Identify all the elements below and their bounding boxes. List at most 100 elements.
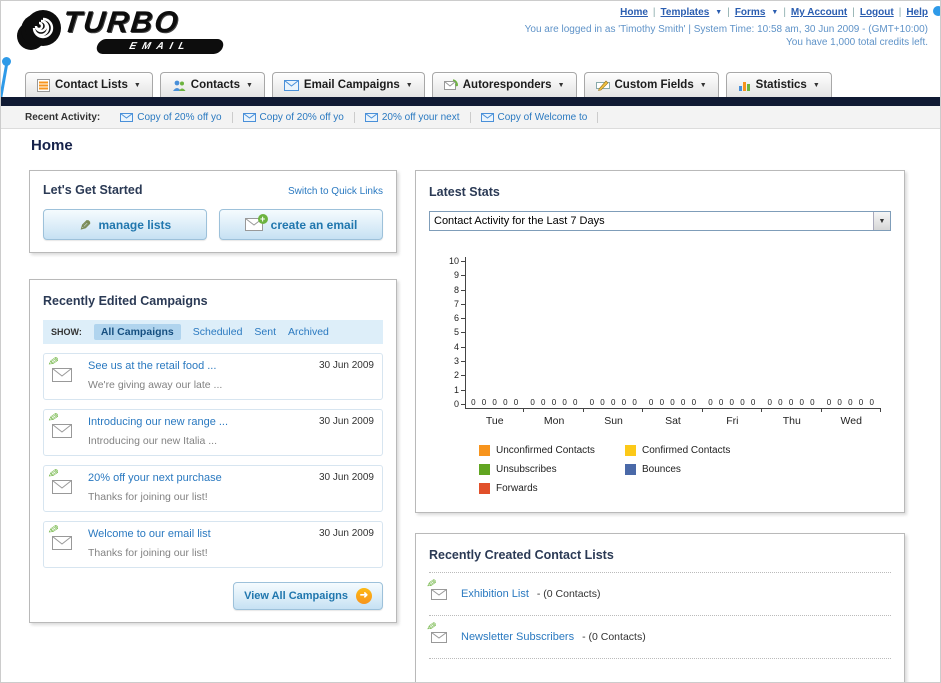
- campaign-title-link[interactable]: Welcome to our email list: [88, 528, 309, 540]
- y-tick-label: 4: [454, 342, 465, 352]
- chart-bar-group: 0 0 0 0 0: [525, 398, 584, 408]
- nav-link-forms[interactable]: Forms: [735, 7, 766, 18]
- nav-link-help[interactable]: Help: [906, 7, 928, 18]
- campaign-row[interactable]: ✎ 20% off your next purchase Thanks for …: [43, 465, 383, 512]
- credits-text: You have 1,000 total credits left.: [786, 37, 928, 48]
- activity-link[interactable]: Copy of Welcome to: [498, 112, 588, 123]
- legend-label: Forwards: [496, 483, 538, 494]
- legend-label: Unconfirmed Contacts: [496, 445, 595, 456]
- chevron-down-icon: ▼: [133, 81, 141, 89]
- recently-edited-campaigns-panel: Recently Edited Campaigns SHOW: All Camp…: [29, 279, 397, 623]
- tab-custom-fields[interactable]: Custom Fields ▼: [583, 72, 719, 97]
- legend-item-unsubscribes: Unsubscribes: [479, 464, 625, 475]
- nav-link-my-account[interactable]: My Account: [791, 7, 847, 18]
- filter-all-campaigns[interactable]: All Campaigns: [93, 324, 181, 340]
- nav-link-home[interactable]: Home: [620, 7, 648, 18]
- filter-sent[interactable]: Sent: [254, 326, 276, 338]
- tab-label: Contacts: [190, 79, 240, 91]
- campaign-date: 30 Jun 2009: [318, 528, 374, 539]
- chart-x-labels: Tue Mon Sun Sat Fri Thu Wed: [465, 415, 881, 427]
- recent-activity-item[interactable]: Copy of 20% off yo: [233, 111, 355, 123]
- y-tick-label: 3: [454, 357, 465, 366]
- recent-activity-bar: Recent Activity: Copy of 20% off yo Copy…: [1, 106, 940, 129]
- chart-bar-group: 0 0 0 0 0: [822, 398, 881, 408]
- filter-archived[interactable]: Archived: [288, 326, 329, 338]
- campaign-title-link[interactable]: See us at the retail food ...: [88, 360, 309, 372]
- campaign-row[interactable]: ✎ Introducing our new range ... Introduc…: [43, 409, 383, 456]
- campaign-title-link[interactable]: Introducing our new range ...: [88, 416, 309, 428]
- envelope-pencil-icon: ✎: [423, 577, 453, 605]
- bar-value-labels: 0 0 0 0 0: [708, 398, 758, 407]
- manage-lists-label: manage lists: [98, 217, 172, 232]
- tab-contacts[interactable]: Contacts ▼: [159, 72, 265, 97]
- arrow-right-icon: ➜: [356, 588, 372, 604]
- chevron-down-icon: ▼: [812, 81, 820, 89]
- view-all-campaigns-button[interactable]: View All Campaigns ➜: [233, 582, 383, 610]
- activity-link[interactable]: Copy of 20% off yo: [137, 112, 221, 123]
- campaign-title-link[interactable]: 20% off your next purchase: [88, 472, 309, 484]
- contact-lists-icon: [37, 78, 50, 92]
- campaign-subtitle: Thanks for joining our list!: [88, 491, 208, 503]
- y-tick-label: 6: [454, 314, 465, 323]
- nav-link-logout[interactable]: Logout: [860, 7, 894, 18]
- recently-created-lists-panel: Recently Created Contact Lists ✎ Exhibit…: [415, 533, 905, 682]
- envelope-plus-icon: +: [244, 214, 268, 231]
- legend-item-bounces: Bounces: [625, 464, 771, 475]
- x-axis-label: Sat: [665, 415, 681, 427]
- bar-value-labels: 0 0 0 0 0: [471, 398, 521, 407]
- bar-value-labels: 0 0 0 0 0: [530, 398, 580, 407]
- bar-value-labels: 0 0 0 0 0: [648, 398, 699, 407]
- get-started-panel: Let's Get Started Switch to Quick Links …: [29, 170, 397, 253]
- right-column: Latest Stats Contact Activity for the La…: [415, 170, 905, 682]
- activity-link[interactable]: 20% off your next: [382, 112, 460, 123]
- tab-email-campaigns[interactable]: Email Campaigns ▼: [271, 72, 425, 97]
- recent-activity-item[interactable]: Copy of 20% off yo: [110, 111, 233, 123]
- separator: |: [652, 7, 656, 18]
- campaign-subtitle: Thanks for joining our list!: [88, 547, 208, 559]
- chart-bar-group: 0 0 0 0 0: [585, 398, 644, 408]
- contact-list-link[interactable]: Newsletter Subscribers: [461, 631, 574, 643]
- legend-swatch: [625, 445, 636, 456]
- recent-activity-item[interactable]: Copy of Welcome to: [471, 111, 599, 123]
- envelope-icon: [364, 112, 378, 122]
- legend-swatch: [479, 483, 490, 494]
- chart-legend: Unconfirmed Contacts Confirmed Contacts …: [479, 445, 881, 494]
- recent-activity-item[interactable]: 20% off your next: [355, 111, 471, 123]
- campaign-row[interactable]: ✎ Welcome to our email list Thanks for j…: [43, 521, 383, 568]
- campaign-row[interactable]: ✎ See us at the retail food ... We're gi…: [43, 353, 383, 400]
- tab-label: Contact Lists: [55, 79, 128, 91]
- chevron-down-icon: ▼: [715, 9, 723, 16]
- manage-lists-button[interactable]: ✎ manage lists: [43, 209, 207, 240]
- tab-statistics[interactable]: Statistics ▼: [725, 72, 832, 97]
- legend-label: Unsubscribes: [496, 464, 557, 475]
- chevron-down-icon: ▼: [699, 81, 707, 89]
- chevron-down-icon: ▼: [771, 9, 779, 16]
- envelope-pencil-icon: ✎: [45, 410, 78, 449]
- separator: |: [898, 7, 902, 18]
- create-email-button[interactable]: + create an email: [219, 209, 383, 240]
- contact-list-item[interactable]: ✎ Exhibition List - (0 Contacts): [423, 573, 891, 616]
- logo-swirl-icon: [25, 10, 61, 46]
- campaign-subtitle: Introducing our new Italia ...: [88, 435, 217, 447]
- legend-swatch: [625, 464, 636, 475]
- create-email-label: create an email: [270, 217, 358, 232]
- bar-value-labels: 0 0 0 0 0: [826, 398, 876, 407]
- legend-item-confirmed: Confirmed Contacts: [625, 445, 771, 456]
- filter-scheduled[interactable]: Scheduled: [193, 326, 243, 338]
- y-tick-label: 10: [449, 257, 465, 266]
- stats-period-dropdown[interactable]: Contact Activity for the Last 7 Days ▼: [429, 211, 891, 231]
- switch-quick-links-link[interactable]: Switch to Quick Links: [288, 186, 383, 197]
- campaign-filters: SHOW: All Campaigns Scheduled Sent Archi…: [43, 320, 383, 344]
- activity-link[interactable]: Copy of 20% off yo: [260, 112, 344, 123]
- tab-autoresponders[interactable]: Autoresponders ▼: [431, 72, 577, 97]
- contact-list-link[interactable]: Exhibition List: [461, 588, 529, 600]
- tab-contact-lists[interactable]: Contact Lists ▼: [25, 72, 153, 97]
- y-tick-label: 8: [454, 285, 465, 295]
- campaign-date: 30 Jun 2009: [318, 360, 374, 371]
- contact-list-item[interactable]: ✎ Newsletter Subscribers - (0 Contacts): [423, 616, 891, 659]
- session-info: You are logged in as 'Timothy Smith' | S…: [525, 23, 928, 49]
- legend-label: Bounces: [642, 464, 681, 475]
- nav-link-templates[interactable]: Templates: [661, 7, 710, 18]
- chevron-down-icon: ▼: [873, 212, 890, 230]
- chevron-down-icon: ▼: [405, 81, 413, 89]
